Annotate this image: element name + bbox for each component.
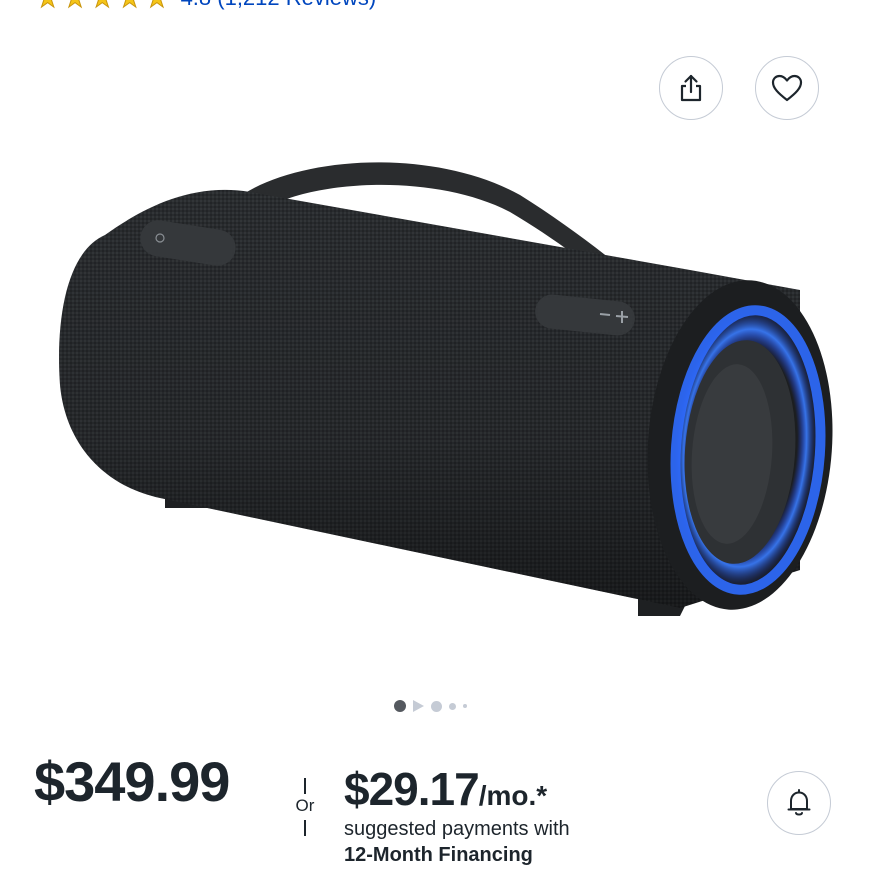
product-image-speaker[interactable] xyxy=(40,140,850,640)
heart-icon xyxy=(771,74,803,102)
carousel-dot-active[interactable] xyxy=(394,700,406,712)
or-label: Or xyxy=(295,796,315,815)
monthly-amount: $29.17 xyxy=(344,763,480,815)
monthly-payment[interactable]: $29.17 /mo.* xyxy=(344,762,547,823)
star-icon: ★ xyxy=(145,0,169,12)
price-alert-button[interactable] xyxy=(767,771,831,835)
divider-line xyxy=(304,820,306,836)
star-icon: ★ xyxy=(117,0,141,12)
carousel-dot[interactable] xyxy=(431,700,442,712)
monthly-suffix: /mo.* xyxy=(478,780,548,811)
rating-row[interactable]: ★ ★ ★ ★ ★ 4.8 (1,212 Reviews) xyxy=(35,0,377,12)
star-icon: ★ xyxy=(63,0,87,12)
share-button[interactable] xyxy=(659,56,723,120)
bell-icon xyxy=(787,789,811,816)
rating-stars: ★ ★ ★ ★ ★ xyxy=(35,0,169,12)
or-separator: Or xyxy=(292,778,318,838)
financing-plan-link[interactable]: 12-Month Financing xyxy=(344,844,533,867)
video-play-icon[interactable] xyxy=(413,700,424,712)
carousel-dot[interactable] xyxy=(463,704,467,708)
favorite-button[interactable] xyxy=(755,56,819,120)
product-price: $349.99 xyxy=(34,750,230,813)
financing-description: suggested payments with xyxy=(344,818,570,840)
divider-line xyxy=(304,778,306,794)
star-icon: ★ xyxy=(90,0,114,12)
rating-reviews-link[interactable]: 4.8 (1,212 Reviews) xyxy=(181,0,377,10)
image-carousel-indicator[interactable] xyxy=(394,698,467,714)
carousel-dot[interactable] xyxy=(449,702,456,710)
star-icon: ★ xyxy=(35,0,59,12)
share-icon xyxy=(680,74,702,102)
